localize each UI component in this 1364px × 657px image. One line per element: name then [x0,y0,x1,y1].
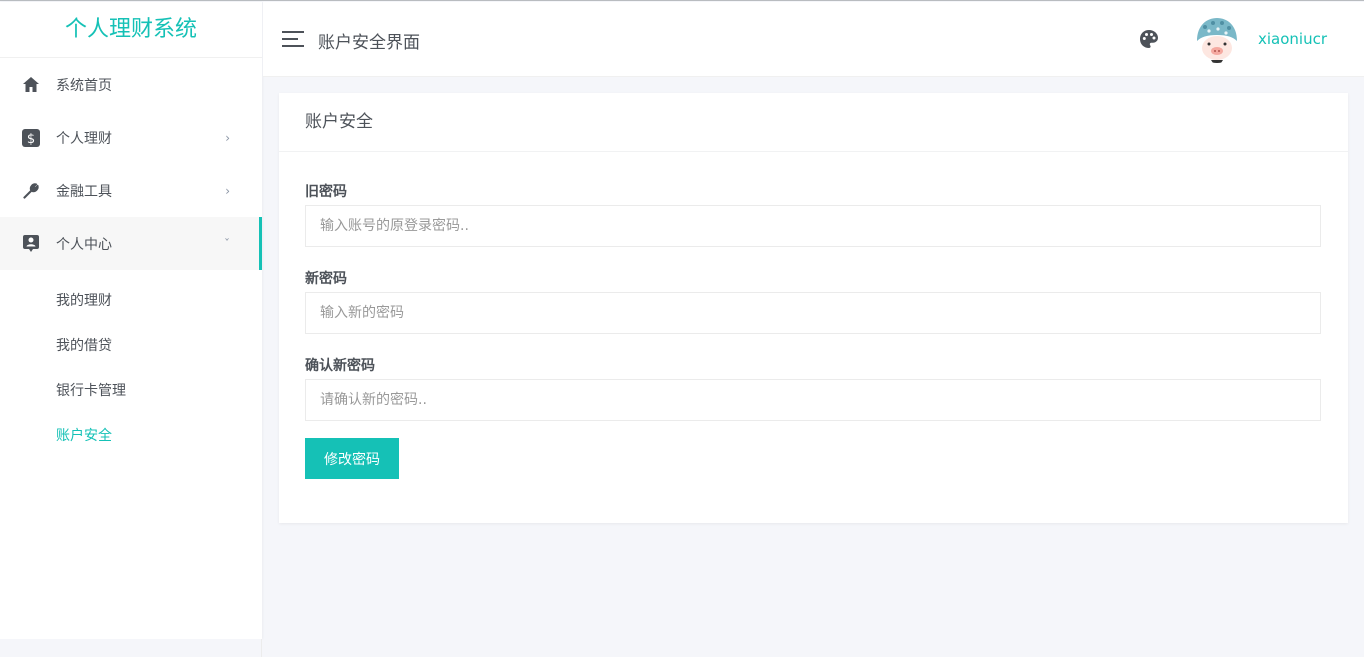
sidebar-item-label: 金融工具 [56,183,112,200]
account-box-icon [22,235,40,253]
sidebar-subitem-my-loans[interactable]: 我的借贷 [0,324,262,369]
sidebar-subitem-bank-cards[interactable]: 银行卡管理 [0,369,262,414]
old-password-input[interactable] [305,205,1321,247]
sidebar-item-label: 系统首页 [56,77,112,94]
sidebar-footer [0,639,262,657]
sidebar-item-home[interactable]: 系统首页 [0,58,262,111]
chevron-right-icon: › [225,183,230,198]
confirm-password-input[interactable] [305,379,1321,421]
confirm-password-label: 确认新密码 [305,358,375,374]
sidebar-subitem-my-finance[interactable]: 我的理财 [0,279,262,324]
new-password-input[interactable] [305,292,1321,334]
page-title: 账户安全界面 [318,33,420,53]
username-link[interactable]: xiaoniucr [1258,30,1327,48]
personal-center-submenu: 我的理财 我的借贷 银行卡管理 账户安全 [0,270,262,459]
sidebar: 个人理财系统 系统首页 $ 个人理财 › 金融工具 › 个人中心 ˇ 我的理财 … [0,2,262,639]
dollar-icon: $ [22,128,40,147]
chevron-right-icon: › [225,130,230,145]
chevron-down-icon: ˇ [224,236,230,251]
sidebar-item-tools[interactable]: 金融工具 › [0,164,262,217]
app-logo-title[interactable]: 个人理财系统 [0,2,262,58]
sidebar-item-label: 个人中心 [56,236,112,253]
menu-toggle-icon[interactable] [282,31,304,49]
card-title: 账户安全 [279,93,1348,152]
account-security-card: 账户安全 旧密码 新密码 确认新密码 修改密码 [279,93,1348,523]
top-header: 账户安全界面 xiaoniucr [263,2,1364,77]
sidebar-item-personal-center[interactable]: 个人中心 ˇ [0,217,262,270]
new-password-label: 新密码 [305,271,347,287]
sidebar-item-label: 个人理财 [56,130,112,147]
home-icon [22,76,40,94]
avatar[interactable] [1193,15,1241,63]
sidebar-item-finance[interactable]: $ 个人理财 › [0,111,262,164]
palette-icon[interactable] [1139,29,1159,49]
change-password-button[interactable]: 修改密码 [305,438,399,479]
svg-text:$: $ [27,132,35,147]
change-password-form: 旧密码 新密码 确认新密码 修改密码 [279,152,1348,479]
wrench-icon [22,182,40,200]
sidebar-subitem-account-security[interactable]: 账户安全 [0,414,262,459]
old-password-label: 旧密码 [305,184,347,200]
